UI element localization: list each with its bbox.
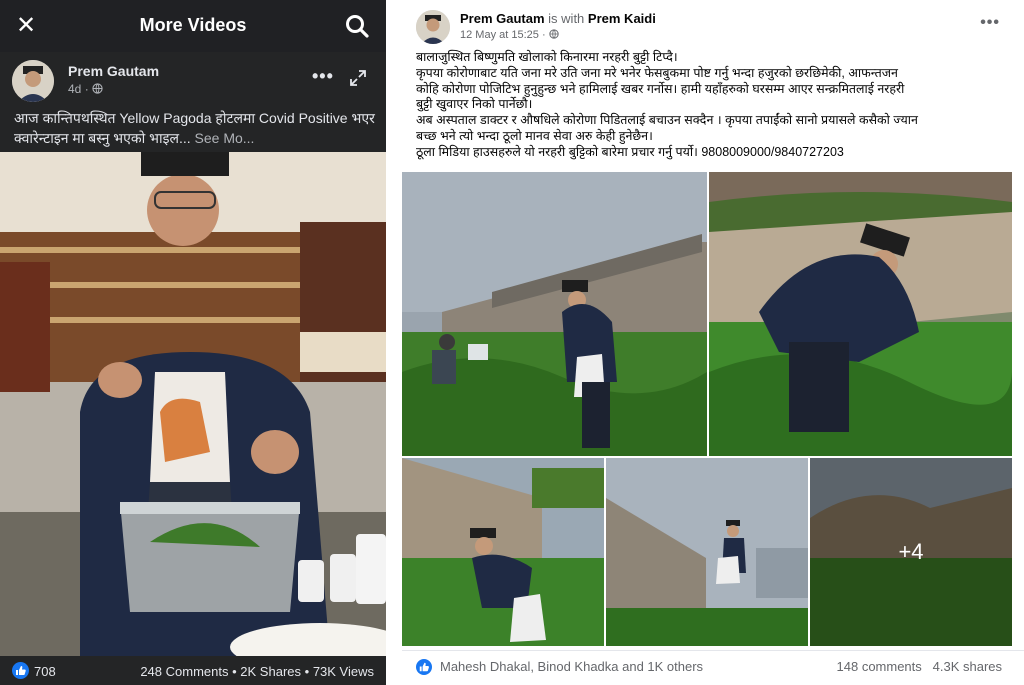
stats-separator: • xyxy=(232,664,237,679)
meta-separator: · xyxy=(84,82,93,96)
globe-icon xyxy=(549,29,559,39)
reactors-list[interactable]: Mahesh Dhakal, Binod Khadka and 1K other… xyxy=(440,659,703,674)
shares-count[interactable]: 2K Shares xyxy=(240,664,301,679)
avatar[interactable] xyxy=(12,60,54,102)
avatar[interactable] xyxy=(416,10,450,44)
see-more-link[interactable]: See Mo... xyxy=(195,130,255,146)
like-reaction-icon xyxy=(12,662,29,679)
like-reaction-icon xyxy=(416,659,432,675)
post-header-line: Prem Gautam is with Prem Kaidi xyxy=(460,11,656,26)
comments-count[interactable]: 248 Comments xyxy=(140,664,228,679)
comments-count[interactable]: 148 comments xyxy=(837,659,922,674)
post-text-line: बालाजुस्थित बिष्णुमति खोलाको किनारमा नरह… xyxy=(416,50,678,64)
expand-icon[interactable] xyxy=(348,68,368,88)
post-text-line: अब अस्पताल डाक्टर र औषधिले कोरोणा पिडितल… xyxy=(416,113,918,128)
riverbank-photo xyxy=(402,172,707,456)
search-icon[interactable] xyxy=(344,13,370,39)
meta-separator: · xyxy=(541,29,549,41)
globe-icon xyxy=(92,83,103,94)
riverbank-photo xyxy=(402,458,604,646)
like-count[interactable]: 708 xyxy=(34,664,56,679)
post-photo-4[interactable] xyxy=(606,458,808,646)
post-stats-bar: Mahesh Dhakal, Binod Khadka and 1K other… xyxy=(402,650,1024,681)
video-viewer-topbar: ✕ More Videos xyxy=(0,0,386,52)
topbar-title: More Videos xyxy=(139,15,247,35)
more-options-icon[interactable]: ••• xyxy=(980,14,1000,32)
video-viewer-panel: ✕ More Videos Prem Gautam 4d · ••• आज का… xyxy=(0,0,386,685)
post-photo-3[interactable] xyxy=(402,458,604,646)
more-photos-count: +4 xyxy=(898,539,924,564)
profile-photo xyxy=(416,10,450,44)
feed-post: Prem Gautam is with Prem Kaidi 12 May at… xyxy=(402,0,1024,685)
with-text: is with xyxy=(548,11,585,26)
more-options-icon[interactable]: ••• xyxy=(312,66,334,87)
engagement-stats: 148 comments 4.3K shares xyxy=(837,659,1002,674)
post-photo-2[interactable] xyxy=(709,172,1012,456)
post-date-text[interactable]: 12 May at 15:25 xyxy=(460,29,539,41)
shares-count[interactable]: 4.3K shares xyxy=(933,659,1002,674)
post-meta: 4d · xyxy=(68,82,103,96)
riverbank-photo xyxy=(709,172,1012,456)
views-count[interactable]: 73K Views xyxy=(313,664,374,679)
post-time[interactable]: 4d xyxy=(68,82,81,96)
post-photo-1[interactable] xyxy=(402,172,707,456)
video-frame xyxy=(0,152,386,656)
post-text: आज कान्तिपथस्थित Yellow Pagoda होटलमा Co… xyxy=(14,108,376,148)
post-text-line: बुट्टी खुवाएर निको पार्नेछौ। xyxy=(416,97,533,112)
post-text-line: कृपया कोरोणाबाट यति जना मरे उति जना मरे … xyxy=(416,65,898,80)
stats-separator: • xyxy=(304,664,310,679)
video-post-header: Prem Gautam 4d · ••• आज कान्तिपथस्थित Ye… xyxy=(0,52,386,152)
post-text-line: कोहि कोरोणा पोजिटिभ हुनुहुन्छ भने हामिला… xyxy=(416,81,905,96)
post-text: बालाजुस्थित बिष्णुमति खोलाको किनारमा नरह… xyxy=(416,50,1012,161)
video-player[interactable] xyxy=(0,152,386,656)
post-photo-5[interactable]: +4 xyxy=(810,458,1012,646)
post-text-line: ठूला मिडिया हाउसहरुले यो नरहरी बुट्टिको … xyxy=(416,144,844,159)
post-date: 12 May at 15:25 · xyxy=(460,29,559,41)
tagged-person[interactable]: Prem Kaidi xyxy=(588,11,656,26)
engagement-stats: 248 Comments • 2K Shares • 73K Views xyxy=(140,664,374,679)
profile-photo xyxy=(12,60,54,102)
more-photos-overlay[interactable]: +4 xyxy=(810,458,1012,646)
riverbank-photo xyxy=(606,458,808,646)
post-author[interactable]: Prem Gautam xyxy=(68,63,159,79)
post-text-line: बच्छ भने त्यो भन्दा ठूलो मानव सेवा अरु क… xyxy=(416,128,653,143)
post-author[interactable]: Prem Gautam xyxy=(460,11,545,26)
video-stats-bar: 708 248 Comments • 2K Shares • 73K Views xyxy=(0,656,386,685)
